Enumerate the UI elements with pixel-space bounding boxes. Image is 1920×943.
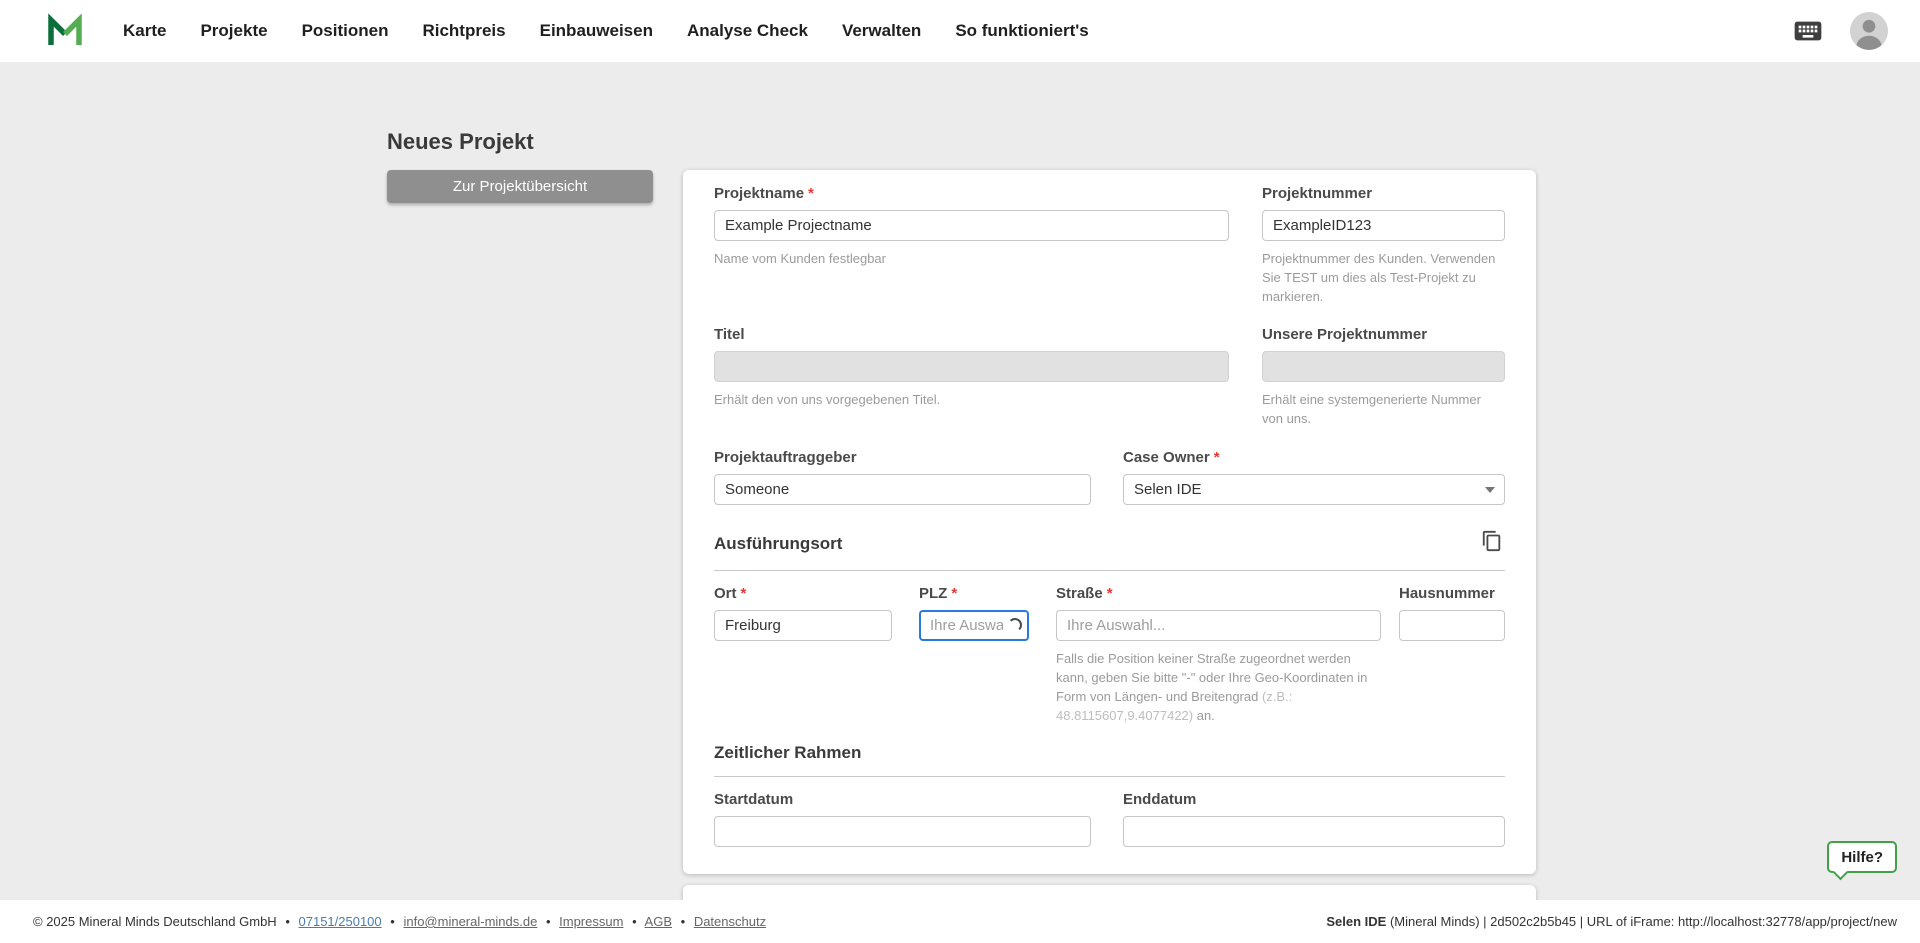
required-marker: * xyxy=(1107,585,1113,602)
logo-m-icon xyxy=(45,11,85,51)
footer-phone-link[interactable]: 07151/250100 xyxy=(299,914,382,929)
help-button[interactable]: Hilfe? xyxy=(1827,841,1897,873)
nav-item-analyse-check[interactable]: Analyse Check xyxy=(670,0,825,62)
main-nav: Karte Projekte Positionen Richtpreis Ein… xyxy=(106,0,1106,62)
chevron-down-icon xyxy=(1485,487,1495,493)
unsere-projektnummer-label: Unsere Projektnummer xyxy=(1262,326,1505,343)
projektauftraggeber-label: Projektauftraggeber xyxy=(714,449,1091,466)
required-marker: * xyxy=(808,185,814,202)
required-marker: * xyxy=(951,585,957,602)
ort-input[interactable] xyxy=(714,610,892,641)
footer-copyright: © 2025 Mineral Minds Deutschland GmbH xyxy=(33,914,277,929)
enddatum-label: Enddatum xyxy=(1123,791,1505,808)
unsere-projektnummer-helper: Erhält eine systemgenerierte Nummer von … xyxy=(1262,391,1505,429)
nav-item-einbauweisen[interactable]: Einbauweisen xyxy=(523,0,670,62)
startdatum-label: Startdatum xyxy=(714,791,1091,808)
app-root: Karte Projekte Positionen Richtpreis Ein… xyxy=(0,0,1920,943)
field-titel: Titel Erhält den von uns vorgegebenen Ti… xyxy=(714,326,1229,410)
company-logo[interactable] xyxy=(44,10,86,52)
nav-item-verwalten[interactable]: Verwalten xyxy=(825,0,938,62)
keyboard-icon[interactable] xyxy=(1792,15,1824,47)
projektnummer-helper: Projektnummer des Kunden. Verwenden Sie … xyxy=(1262,250,1505,307)
projektnummer-input[interactable] xyxy=(1262,210,1505,241)
plz-label: PLZ* xyxy=(919,585,1029,602)
startdatum-input[interactable] xyxy=(714,816,1091,847)
projektauftraggeber-input[interactable] xyxy=(714,474,1091,505)
person-icon xyxy=(1850,12,1888,50)
projektnummer-label: Projektnummer xyxy=(1262,185,1505,202)
footer: © 2025 Mineral Minds Deutschland GmbH • … xyxy=(0,900,1920,943)
main-content: Neues Projekt Zur Projektübersicht Proje… xyxy=(0,62,1920,900)
case-owner-label: Case Owner* xyxy=(1123,449,1505,466)
strasse-input[interactable] xyxy=(1056,610,1381,641)
strasse-label: Straße* xyxy=(1056,585,1381,602)
case-owner-select[interactable]: Selen IDE xyxy=(1123,474,1505,505)
footer-impressum-link[interactable]: Impressum xyxy=(559,914,623,929)
field-case-owner: Case Owner* Selen IDE xyxy=(1123,449,1505,505)
hausnummer-label: Hausnummer xyxy=(1399,585,1505,602)
section-zeitlicher-rahmen-title: Zeitlicher Rahmen xyxy=(714,743,861,763)
footer-datenschutz-link[interactable]: Datenschutz xyxy=(694,914,766,929)
footer-left: © 2025 Mineral Minds Deutschland GmbH • … xyxy=(33,914,766,929)
ort-label: Ort* xyxy=(714,585,892,602)
enddatum-input[interactable] xyxy=(1123,816,1505,847)
required-marker: * xyxy=(741,585,747,602)
page-title: Neues Projekt xyxy=(387,129,534,155)
nav-item-positionen[interactable]: Positionen xyxy=(285,0,406,62)
footer-session-info: Selen IDE (Mineral Minds) | 2d502c2b5b45… xyxy=(1326,914,1897,929)
nav-item-projekte[interactable]: Projekte xyxy=(183,0,284,62)
unsere-projektnummer-input xyxy=(1262,351,1505,382)
projektname-input[interactable] xyxy=(714,210,1229,241)
projektname-helper: Name vom Kunden festlegbar xyxy=(714,250,1229,269)
keyboard-icon-glyph xyxy=(1792,15,1824,47)
project-form-card: Projektname* Name vom Kunden festlegbar … xyxy=(683,170,1536,874)
hausnummer-input[interactable] xyxy=(1399,610,1505,641)
required-marker: * xyxy=(1214,449,1220,466)
projektname-label: Projektname* xyxy=(714,185,1229,202)
footer-session-user: Selen IDE xyxy=(1326,914,1386,929)
field-enddatum: Enddatum xyxy=(1123,791,1505,847)
footer-agb-link[interactable]: AGB xyxy=(645,914,672,929)
loading-spinner-icon xyxy=(1008,618,1022,632)
footer-session-rest: (Mineral Minds) | 2d502c2b5b45 | URL of … xyxy=(1386,914,1897,929)
top-navbar: Karte Projekte Positionen Richtpreis Ein… xyxy=(0,0,1920,62)
next-card-partial xyxy=(683,885,1536,900)
field-projektname: Projektname* Name vom Kunden festlegbar xyxy=(714,185,1229,269)
titel-input xyxy=(714,351,1229,382)
section-divider xyxy=(714,570,1505,571)
field-projektnummer: Projektnummer Projektnummer des Kunden. … xyxy=(1262,185,1505,307)
navbar-actions xyxy=(1792,12,1920,50)
case-owner-value: Selen IDE xyxy=(1134,481,1202,498)
nav-item-richtpreis[interactable]: Richtpreis xyxy=(405,0,522,62)
nav-item-so-funktionierts[interactable]: So funktioniert's xyxy=(938,0,1105,62)
user-avatar[interactable] xyxy=(1850,12,1888,50)
field-strasse: Straße* Falls die Position keiner Straße… xyxy=(1056,585,1381,725)
field-startdatum: Startdatum xyxy=(714,791,1091,847)
field-plz: PLZ* xyxy=(919,585,1029,641)
footer-email-link[interactable]: info@mineral-minds.de xyxy=(403,914,537,929)
strasse-helper: Falls die Position keiner Straße zugeord… xyxy=(1056,650,1381,725)
field-ort: Ort* xyxy=(714,585,892,641)
section-divider xyxy=(714,776,1505,777)
copy-icon xyxy=(1481,530,1503,552)
section-ausfuehrungsort-title: Ausführungsort xyxy=(714,534,842,554)
field-hausnummer: Hausnummer xyxy=(1399,585,1505,641)
titel-helper: Erhält den von uns vorgegebenen Titel. xyxy=(714,391,1229,410)
copy-address-button[interactable] xyxy=(1478,528,1506,556)
titel-label: Titel xyxy=(714,326,1229,343)
project-overview-button[interactable]: Zur Projektübersicht xyxy=(387,170,653,203)
nav-item-karte[interactable]: Karte xyxy=(106,0,183,62)
field-unsere-projektnummer: Unsere Projektnummer Erhält eine systemg… xyxy=(1262,326,1505,429)
field-projektauftraggeber: Projektauftraggeber xyxy=(714,449,1091,505)
